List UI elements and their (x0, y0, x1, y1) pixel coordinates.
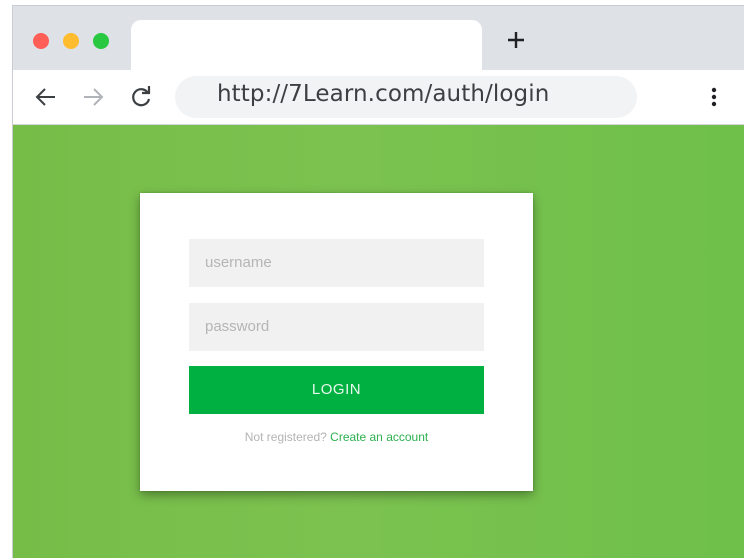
tab-bar (13, 6, 744, 72)
plus-icon[interactable] (504, 28, 528, 52)
login-card: username password LOGIN Not registered? … (140, 193, 533, 491)
create-account-link[interactable]: Create an account (330, 430, 428, 444)
password-input[interactable]: password (189, 303, 484, 351)
register-prompt: Not registered? Create an account (140, 430, 533, 444)
page-viewport: username password LOGIN Not registered? … (13, 125, 744, 558)
address-bar[interactable]: http://7Learn.com/auth/login (175, 76, 637, 118)
maximize-window-button[interactable] (93, 33, 109, 49)
reload-icon[interactable] (128, 84, 154, 110)
kebab-menu-icon[interactable] (709, 85, 719, 109)
register-prompt-text: Not registered? (244, 430, 327, 444)
password-placeholder: password (205, 318, 270, 335)
username-placeholder: username (205, 254, 272, 271)
browser-toolbar: http://7Learn.com/auth/login (13, 70, 744, 125)
arrow-right-icon[interactable] (80, 84, 106, 110)
active-tab[interactable] (131, 20, 482, 72)
close-window-button[interactable] (33, 33, 49, 49)
minimize-window-button[interactable] (63, 33, 79, 49)
browser-window: http://7Learn.com/auth/login username pa… (12, 5, 744, 558)
username-input[interactable]: username (189, 239, 484, 287)
url-text: http://7Learn.com/auth/login (217, 81, 550, 107)
arrow-left-icon[interactable] (33, 84, 59, 110)
login-button[interactable]: LOGIN (189, 366, 484, 414)
